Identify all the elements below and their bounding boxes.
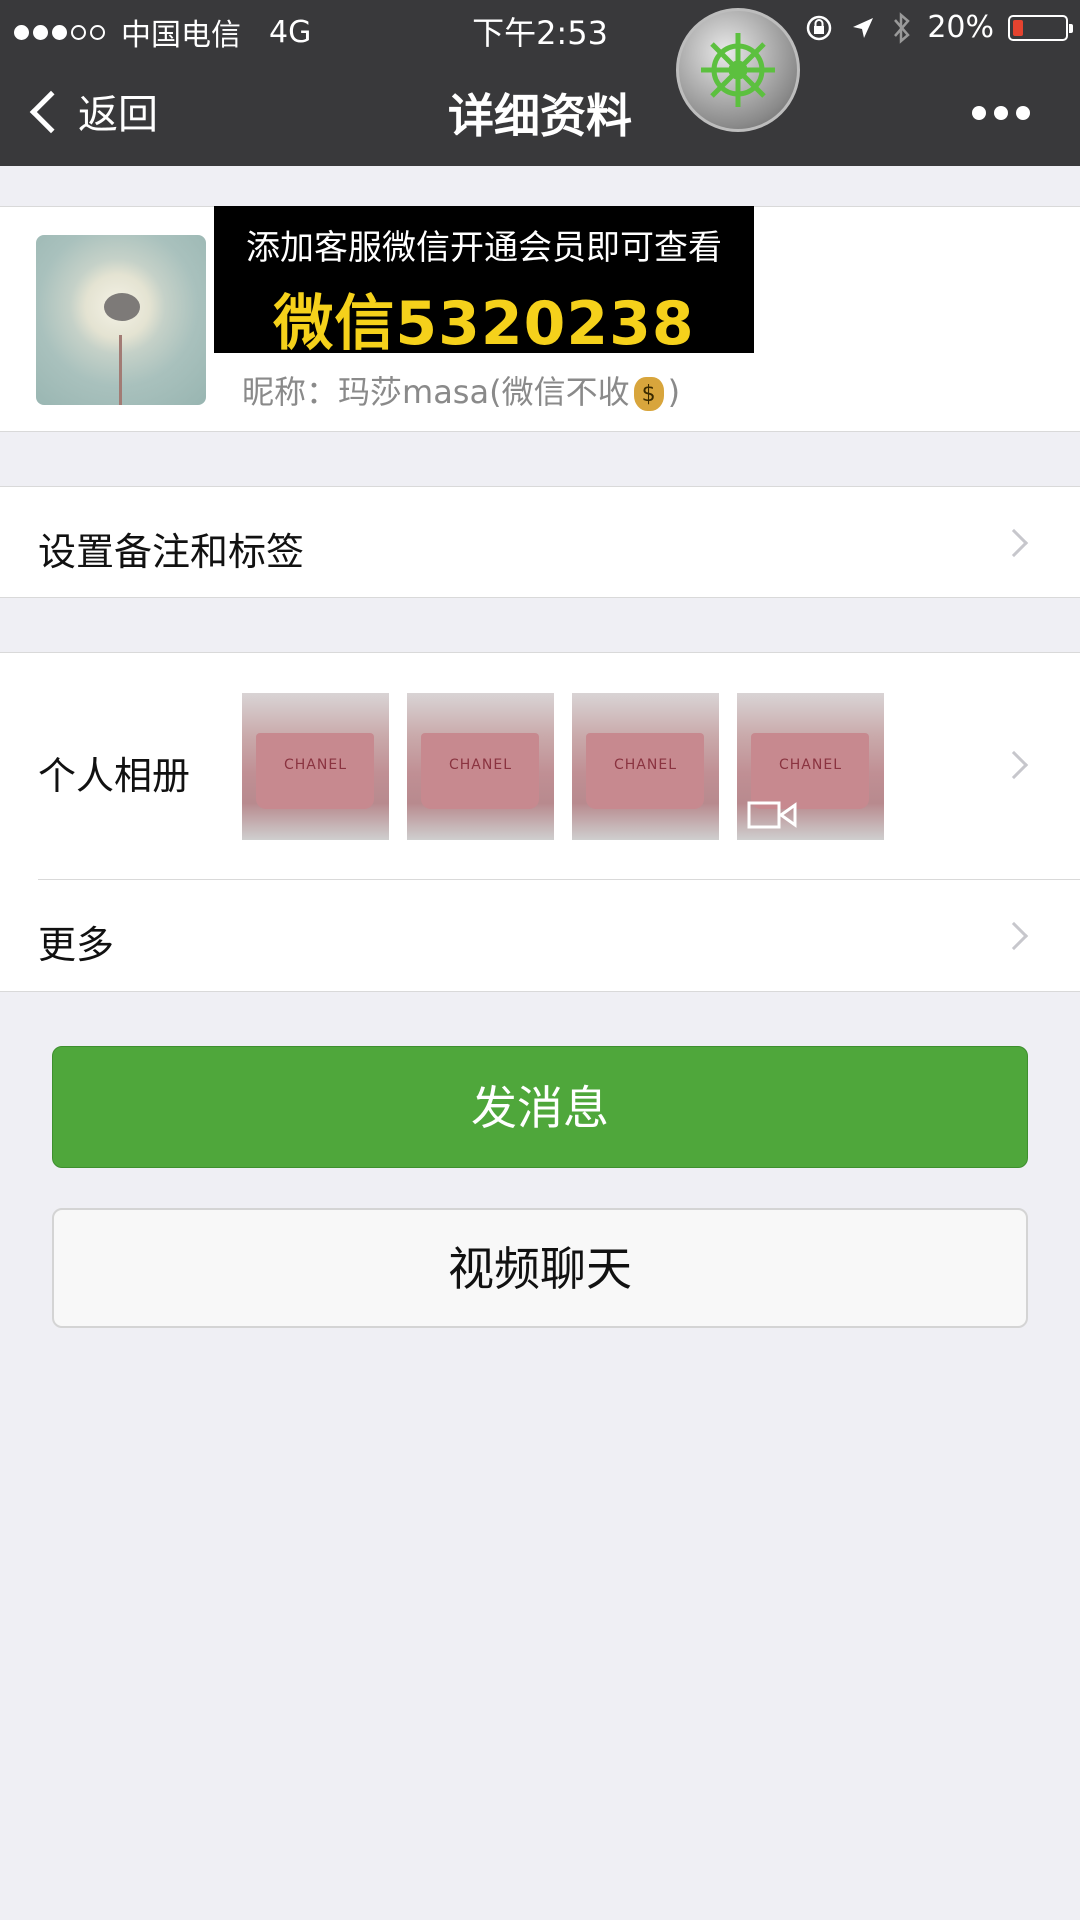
chevron-right-icon <box>999 528 1029 558</box>
video-chat-button[interactable]: 视频聊天 <box>52 1208 1028 1328</box>
page-title: 详细资料 <box>448 89 632 143</box>
battery-icon <box>1008 14 1073 41</box>
nickname-value: 玛莎masa(微信不收 <box>338 373 630 411</box>
album-thumbnail[interactable]: CHANEL <box>572 693 719 840</box>
bluetooth-icon <box>894 11 911 44</box>
more-label: 更多 <box>38 923 115 967</box>
nav-bar: 返回 详细资料 <box>0 56 1080 166</box>
dandelion-center <box>104 293 140 321</box>
thumbnail-brand: CHANEL <box>449 757 512 773</box>
video-camera-icon <box>747 801 797 829</box>
ad-banner-line2: 微信5320238 <box>273 289 695 359</box>
status-bar: 中国电信 4G 下午2:53 20% <box>0 0 1080 56</box>
set-remark-label: 设置备注和标签 <box>38 530 305 574</box>
set-remark-row[interactable]: 设置备注和标签 <box>0 486 1080 598</box>
album-row[interactable]: 个人相册 CHANEL CHANEL CHANEL CHANEL <box>0 653 1080 880</box>
ship-wheel-icon[interactable] <box>676 8 800 132</box>
chevron-right-icon <box>999 921 1029 951</box>
rotation-lock-icon <box>807 15 832 40</box>
more-dot <box>1016 106 1030 120</box>
album-thumbnails: CHANEL CHANEL CHANEL CHANEL <box>242 693 884 840</box>
thumbnail-brand: CHANEL <box>284 757 347 773</box>
ship-wheel-glyph <box>701 33 775 107</box>
album-thumbnail[interactable]: CHANEL <box>407 693 554 840</box>
dandelion-stem <box>119 335 122 405</box>
nickname-suffix: ) <box>667 373 681 411</box>
more-options-button[interactable] <box>972 106 1030 120</box>
chevron-right-icon <box>999 750 1029 780</box>
top-bar: 中国电信 4G 下午2:53 20% 返回 详细资料 <box>0 0 1080 166</box>
more-dot <box>972 106 986 120</box>
ad-banner-line1: 添加客服微信开通会员即可查看 <box>246 228 722 268</box>
battery-fill <box>1013 19 1023 36</box>
thumbnail-brand: CHANEL <box>779 757 842 773</box>
album-label: 个人相册 <box>38 754 191 798</box>
ad-banner: 添加客服微信开通会员即可查看 微信5320238 <box>214 206 754 359</box>
avatar[interactable] <box>36 235 206 405</box>
location-arrow-icon <box>853 17 874 38</box>
battery-percent: 20% <box>927 10 994 45</box>
more-row[interactable]: 更多 <box>0 880 1080 992</box>
thumbnail-brand: CHANEL <box>614 757 677 773</box>
album-more-card: 个人相册 CHANEL CHANEL CHANEL CHANEL 更多 <box>0 652 1080 992</box>
album-thumbnail[interactable]: CHANEL <box>242 693 389 840</box>
nickname-line: 昵称：玛莎masa(微信不收 $) <box>242 367 680 413</box>
more-dot <box>994 106 1008 120</box>
money-bag-icon: $ <box>633 377 664 411</box>
nickname-label: 昵称： <box>242 373 339 411</box>
album-thumbnail-video[interactable]: CHANEL <box>737 693 884 840</box>
status-right: 20% <box>803 10 1073 45</box>
send-message-button[interactable]: 发消息 <box>52 1046 1028 1168</box>
